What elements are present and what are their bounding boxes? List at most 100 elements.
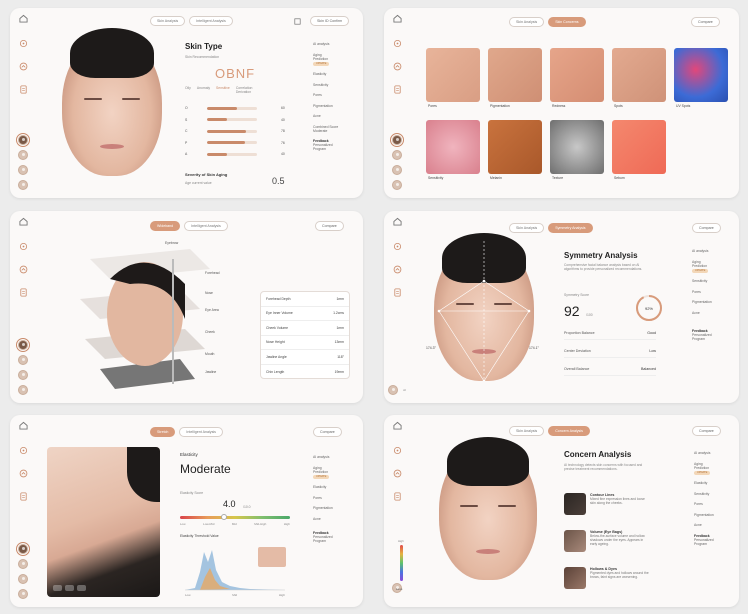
user-avatar[interactable]: [388, 385, 399, 395]
user-avatar[interactable]: [18, 574, 28, 584]
face-scan-icon[interactable]: [393, 39, 402, 48]
analysis-icon[interactable]: [393, 265, 402, 274]
nav-pigmentation[interactable]: Pigmentation: [313, 104, 338, 108]
face-scan-icon[interactable]: [393, 242, 402, 251]
nav-pores[interactable]: Pores: [692, 290, 712, 294]
tab-intelligent-analysis[interactable]: Intelligent Analysis: [189, 16, 233, 26]
nav-ai-analysis[interactable]: AI analysis: [313, 42, 338, 46]
user-avatar[interactable]: [18, 370, 28, 380]
report-icon[interactable]: [393, 492, 402, 501]
user-avatar[interactable]: [18, 385, 28, 395]
tab-symmetry-analysis[interactable]: Symmetry Analysis: [548, 223, 593, 233]
concern-thumbnail[interactable]: [426, 120, 480, 174]
user-avatar[interactable]: [16, 133, 30, 147]
nav-aging[interactable]: Aging Prediction UPDATE: [313, 466, 333, 479]
analysis-icon[interactable]: [19, 62, 28, 71]
nav-elasticity[interactable]: Elasticity: [313, 485, 333, 489]
nav-elasticity[interactable]: Elasticity: [694, 481, 714, 485]
compare-button[interactable]: Compare: [692, 426, 721, 436]
user-avatar[interactable]: [18, 589, 28, 599]
nav-feedback[interactable]: Feedback Personalized Program: [313, 531, 333, 543]
report-icon[interactable]: [393, 288, 402, 297]
nav-sensitivity[interactable]: Sensitivity: [694, 492, 714, 496]
home-icon[interactable]: [392, 421, 402, 430]
nav-acne[interactable]: Acne: [692, 311, 712, 315]
tab-skin-analysis[interactable]: Skin Analysis: [509, 223, 545, 233]
play-icon[interactable]: [53, 585, 62, 591]
concern-thumbnail[interactable]: [488, 120, 542, 174]
tab-skin-analysis[interactable]: Skin Analysis: [150, 16, 186, 26]
tab-skin-analysis[interactable]: Skin Analysis: [509, 17, 545, 27]
concern-item[interactable]: Hollows & Dyes Pigmented dyes and hollows…: [564, 567, 650, 589]
analysis-icon[interactable]: [19, 469, 28, 478]
concern-thumbnail[interactable]: [550, 48, 604, 102]
nav-acne[interactable]: Acne: [313, 517, 333, 521]
nav-pigmentation[interactable]: Pigmentation: [692, 300, 712, 304]
nav-feedback[interactable]: Feedback Personalized Program: [313, 139, 338, 151]
analysis-icon[interactable]: [19, 265, 28, 274]
user-avatar[interactable]: [18, 355, 28, 365]
tab-intelligent-analysis[interactable]: Intelligent Analysis: [184, 221, 228, 231]
nav-ai-analysis[interactable]: AI analysis: [313, 455, 333, 459]
nav-aging[interactable]: Aging Prediction UPDATE: [694, 462, 714, 475]
nav-acne[interactable]: Acne: [694, 523, 714, 527]
nav-sensitivity[interactable]: Sensitivity: [313, 83, 338, 87]
user-avatar[interactable]: [18, 150, 28, 160]
concern-item[interactable]: Volume (Eye Bags) Below-the-surface volum…: [564, 530, 650, 552]
report-icon[interactable]: [393, 85, 402, 94]
nav-sensitivity[interactable]: Sensitivity: [692, 279, 712, 283]
analysis-icon[interactable]: [393, 62, 402, 71]
compare-button[interactable]: Compare: [691, 17, 720, 27]
tab-concern-analysis[interactable]: Concern Analysis: [548, 426, 590, 436]
nav-feedback[interactable]: Feedback Personalized Program: [692, 329, 712, 341]
user-avatar[interactable]: [16, 542, 30, 556]
face-scan-icon[interactable]: [393, 446, 402, 455]
nav-pigmentation[interactable]: Pigmentation: [313, 506, 333, 510]
compare-button[interactable]: Compare: [692, 223, 721, 233]
nav-pores[interactable]: Pores: [313, 496, 333, 500]
user-avatar[interactable]: [18, 180, 28, 190]
concern-thumbnail[interactable]: [674, 48, 728, 102]
nav-aging[interactable]: Aging Prediction UPDATE: [313, 53, 338, 66]
concern-thumbnail[interactable]: [488, 48, 542, 102]
concern-thumbnail[interactable]: [612, 48, 666, 102]
settings-icon[interactable]: [293, 17, 302, 26]
skin-id-button[interactable]: Skin ID Confirm: [310, 16, 350, 26]
compare-button[interactable]: Compare: [315, 221, 344, 231]
report-icon[interactable]: [19, 492, 28, 501]
user-avatar[interactable]: [390, 133, 404, 147]
home-icon[interactable]: [18, 421, 28, 430]
concern-thumbnail[interactable]: [612, 120, 666, 174]
compare-button[interactable]: Compare: [313, 427, 342, 437]
nav-elasticity[interactable]: Elasticity: [313, 72, 338, 76]
home-icon[interactable]: [392, 14, 402, 23]
nav-aging[interactable]: Aging Prediction UPDATE: [692, 260, 712, 273]
user-avatar[interactable]: [392, 165, 402, 175]
report-icon[interactable]: [19, 288, 28, 297]
nav-ai-analysis[interactable]: AI analysis: [694, 451, 714, 455]
user-avatar[interactable]: [392, 180, 402, 190]
nav-pores[interactable]: Pores: [694, 502, 714, 506]
tab-skin-concerns[interactable]: Skin Concerns: [548, 17, 586, 27]
nav-pigmentation[interactable]: Pigmentation: [694, 513, 714, 517]
report-icon[interactable]: [19, 85, 28, 94]
tab-intelligent-analysis[interactable]: Intelligent Analysis: [179, 427, 223, 437]
nav-ai-analysis[interactable]: AI analysis: [692, 249, 712, 253]
analysis-icon[interactable]: [393, 469, 402, 478]
face-scan-icon[interactable]: [19, 39, 28, 48]
home-icon[interactable]: [18, 14, 28, 23]
pause-icon[interactable]: [65, 585, 74, 591]
concern-item[interactable]: Contour Lines Mixed fine expression lines…: [564, 493, 650, 515]
stop-icon[interactable]: [77, 585, 86, 591]
home-icon[interactable]: [392, 217, 402, 226]
nav-pores[interactable]: Pores: [313, 93, 338, 97]
nav-feedback[interactable]: Feedback Personalized Program: [694, 534, 714, 546]
user-avatar[interactable]: [18, 165, 28, 175]
tab-wideband[interactable]: Wideband: [150, 221, 181, 231]
user-avatar[interactable]: [16, 338, 30, 352]
user-avatar[interactable]: [392, 150, 402, 160]
tab-skin-analysis[interactable]: Skin Analysis: [509, 426, 545, 436]
tab-stretch[interactable]: Stretch: [150, 427, 176, 437]
home-icon[interactable]: [18, 217, 28, 226]
user-avatar[interactable]: [18, 559, 28, 569]
